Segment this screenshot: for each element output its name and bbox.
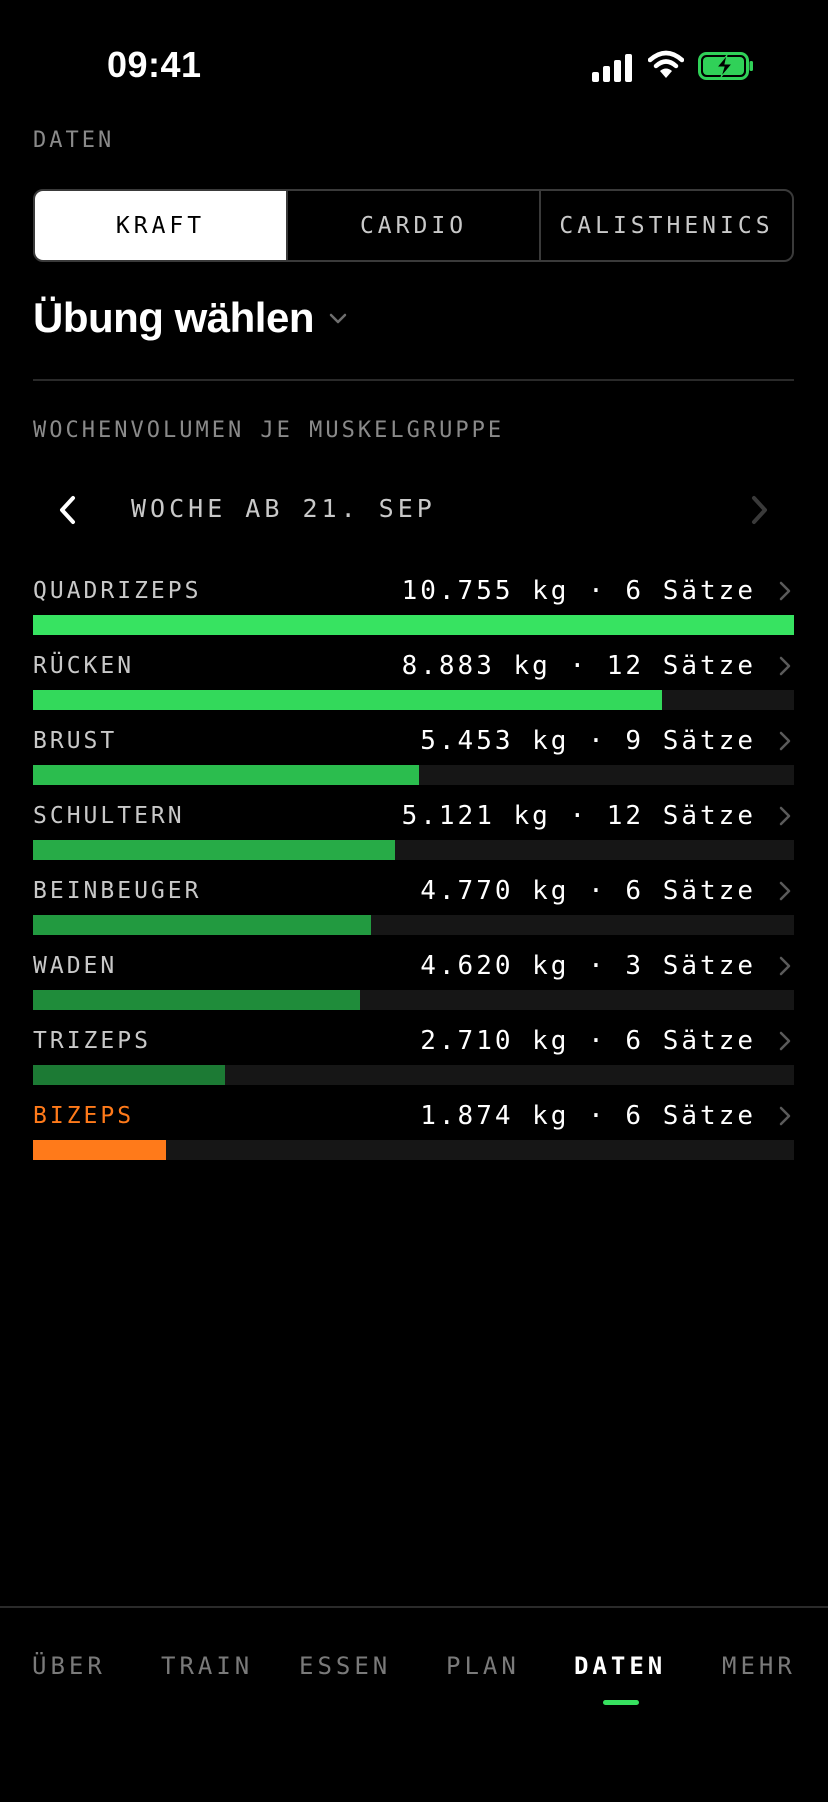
status-bar: 09:41 xyxy=(0,0,828,110)
volume-bar-track xyxy=(33,915,794,935)
battery-charging-icon xyxy=(698,52,753,80)
chevron-right-icon xyxy=(779,956,791,976)
week-label: WOCHE AB 21. SEP xyxy=(131,494,436,523)
muscle-label: BIZEPS xyxy=(33,1103,135,1129)
volume-value-label: 5.121 kg · 12 Sätze xyxy=(401,801,756,831)
muscle-row[interactable]: SCHULTERN 5.121 kg · 12 Sätze xyxy=(33,799,794,874)
status-time: 09:41 xyxy=(107,44,202,85)
volume-bar-track xyxy=(33,1065,794,1085)
volume-bar xyxy=(33,615,794,635)
section-label: DATEN xyxy=(33,128,115,153)
tab-train[interactable]: TRAIN xyxy=(161,1652,253,1680)
volume-value-label: 10.755 kg · 6 Sätze xyxy=(401,576,756,606)
chevron-left-icon[interactable] xyxy=(53,492,83,528)
volume-bar-track xyxy=(33,765,794,785)
chevron-right-icon xyxy=(779,1031,791,1051)
volume-value-label: 1.874 kg · 6 Sätze xyxy=(420,1101,756,1131)
wifi-icon xyxy=(648,50,684,78)
volume-value-label: 5.453 kg · 9 Sätze xyxy=(420,726,756,756)
volume-bar xyxy=(33,1140,166,1160)
muscle-label: QUADRIZEPS xyxy=(33,578,202,604)
volume-bar-track xyxy=(33,615,794,635)
tab-essen[interactable]: ESSEN xyxy=(299,1652,391,1680)
volume-bar-track xyxy=(33,690,794,710)
volume-bar-track xyxy=(33,990,794,1010)
tab-bar: ÜBER TRAIN ESSEN PLAN DATEN MEHR xyxy=(0,1606,828,1802)
volume-bar xyxy=(33,840,395,860)
muscle-label: BEINBEUGER xyxy=(33,878,202,904)
volume-value-label: 8.883 kg · 12 Sätze xyxy=(401,651,756,681)
chevron-down-icon xyxy=(329,313,347,324)
muscle-label: BRUST xyxy=(33,728,118,754)
volume-bar xyxy=(33,690,662,710)
category-segmented-control: KRAFT CARDIO CALISTHENICS xyxy=(33,189,794,262)
volume-bar-track xyxy=(33,840,794,860)
cellular-signal-icon xyxy=(592,52,634,82)
muscle-row[interactable]: QUADRIZEPS 10.755 kg · 6 Sätze xyxy=(33,574,794,649)
chevron-right-icon xyxy=(779,806,791,826)
muscle-label: RÜCKEN xyxy=(33,653,135,679)
chart-title: WOCHENVOLUMEN JE MUSKELGRUPPE xyxy=(33,418,505,443)
tab-ueber[interactable]: ÜBER xyxy=(32,1652,106,1680)
segment-kraft[interactable]: KRAFT xyxy=(35,191,286,260)
chevron-right-icon xyxy=(779,656,791,676)
volume-bar xyxy=(33,990,360,1010)
segment-calisthenics[interactable]: CALISTHENICS xyxy=(539,191,792,260)
chevron-right-icon xyxy=(779,1106,791,1126)
chevron-right-icon[interactable] xyxy=(744,492,774,528)
muscle-row[interactable]: BEINBEUGER 4.770 kg · 6 Sätze xyxy=(33,874,794,949)
volume-bar xyxy=(33,1065,225,1085)
week-navigator: WOCHE AB 21. SEP xyxy=(33,488,794,532)
chevron-right-icon xyxy=(779,881,791,901)
active-tab-indicator xyxy=(603,1700,639,1705)
tab-daten[interactable]: DATEN xyxy=(574,1652,666,1680)
divider xyxy=(33,379,794,381)
volume-bar-track xyxy=(33,1140,794,1160)
muscle-row[interactable]: TRIZEPS 2.710 kg · 6 Sätze xyxy=(33,1024,794,1099)
exercise-picker-label: Übung wählen xyxy=(33,294,315,341)
muscle-row[interactable]: BIZEPS 1.874 kg · 6 Sätze xyxy=(33,1099,794,1174)
muscle-label: WADEN xyxy=(33,953,118,979)
muscle-label: SCHULTERN xyxy=(33,803,185,829)
volume-value-label: 4.620 kg · 3 Sätze xyxy=(420,951,756,981)
volume-value-label: 4.770 kg · 6 Sätze xyxy=(420,876,756,906)
muscle-row[interactable]: BRUST 5.453 kg · 9 Sätze xyxy=(33,724,794,799)
volume-bar xyxy=(33,915,371,935)
muscle-label: TRIZEPS xyxy=(33,1028,151,1054)
muscle-volume-chart: QUADRIZEPS 10.755 kg · 6 Sätze RÜCKEN 8.883… xyxy=(33,574,794,1174)
tab-plan[interactable]: PLAN xyxy=(446,1652,520,1680)
chevron-right-icon xyxy=(779,581,791,601)
segment-cardio[interactable]: CARDIO xyxy=(286,191,539,260)
volume-bar xyxy=(33,765,419,785)
volume-value-label: 2.710 kg · 6 Sätze xyxy=(420,1026,756,1056)
tab-mehr[interactable]: MEHR xyxy=(722,1652,796,1680)
muscle-row[interactable]: RÜCKEN 8.883 kg · 12 Sätze xyxy=(33,649,794,724)
exercise-picker[interactable]: Übung wählen xyxy=(33,294,348,342)
muscle-row[interactable]: WADEN 4.620 kg · 3 Sätze xyxy=(33,949,794,1024)
chevron-right-icon xyxy=(779,731,791,751)
